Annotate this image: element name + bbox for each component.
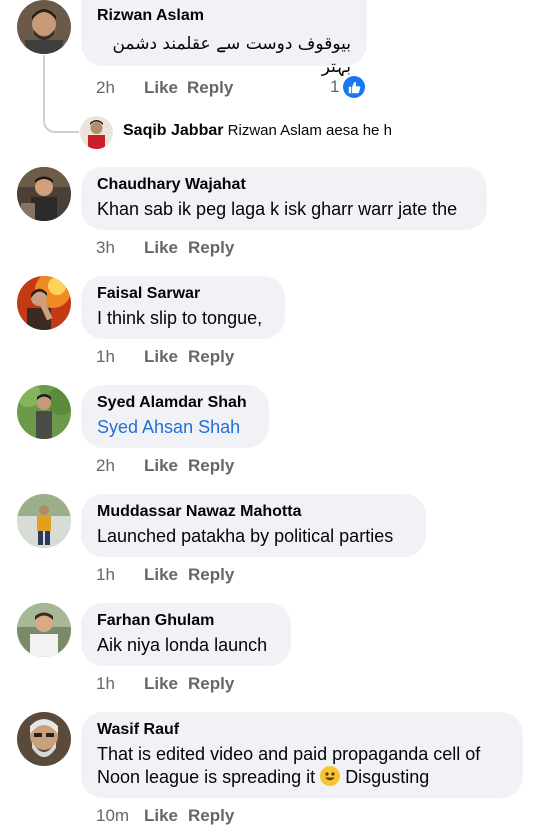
like-button[interactable]: Like [144, 456, 189, 476]
reaction-count: 1 [330, 77, 340, 96]
comment-actions: 2h Like Reply [96, 78, 233, 98]
avatar[interactable] [17, 0, 71, 54]
mention-link[interactable]: Syed Ahsan Shah [97, 416, 253, 439]
reply-button[interactable]: Reply [188, 806, 234, 826]
comment-time[interactable]: 2h [96, 78, 144, 98]
reaction-summary[interactable]: 1 [330, 76, 366, 98]
avatar[interactable] [17, 276, 71, 330]
comment-time[interactable]: 1h [96, 674, 144, 694]
like-button[interactable]: Like [144, 238, 189, 258]
comment-bubble: Chaudhary Wajahat Khan sab ik peg laga k… [81, 167, 487, 230]
comment-bubble: Faisal Sarwar I think slip to tongue, [81, 276, 285, 339]
comment-time[interactable]: 1h [96, 347, 144, 367]
like-button[interactable]: Like [144, 565, 189, 585]
avatar[interactable] [17, 603, 71, 657]
commenter-name[interactable]: Faisal Sarwar [97, 284, 269, 304]
comment-time[interactable]: 2h [96, 456, 144, 476]
reply-button[interactable]: Reply [188, 565, 234, 585]
comment-bubble: Muddassar Nawaz Mahotta Launched patakha… [81, 494, 426, 557]
commenter-name[interactable]: Wasif Rauf [97, 720, 507, 740]
reply-thread-line [43, 55, 79, 133]
comment-bubble: Farhan Ghulam Aik niya londa launch [81, 603, 291, 666]
avatar[interactable] [17, 385, 71, 439]
comment-text-tail: Disgusting [345, 767, 430, 787]
commenter-name[interactable]: Muddassar Nawaz Mahotta [97, 502, 410, 522]
avatar[interactable] [17, 167, 71, 221]
avatar[interactable] [80, 116, 113, 149]
reply-button[interactable]: Reply [188, 674, 234, 694]
comment-actions: 1h Like Reply [96, 347, 234, 367]
avatar[interactable] [17, 494, 71, 548]
like-button[interactable]: Like [144, 674, 189, 694]
like-reaction-icon [343, 76, 366, 98]
commenter-name[interactable]: Chaudhary Wajahat [97, 175, 471, 195]
reply-preview[interactable]: Saqib Jabbar Rizwan Aslam aesa he h [123, 122, 392, 140]
commenter-name[interactable]: Rizwan Aslam [97, 6, 351, 26]
comment-text: Launched patakha by political parties [97, 526, 394, 546]
comment-actions: 3h Like Reply [96, 238, 234, 258]
comment-text: Aik niya londa launch [97, 635, 268, 655]
commenter-name[interactable]: Farhan Ghulam [97, 611, 275, 631]
avatar[interactable] [17, 712, 71, 766]
reply-button[interactable]: Reply [188, 238, 234, 258]
reply-button[interactable]: Reply [188, 347, 234, 367]
reply-button[interactable]: Reply [188, 456, 234, 476]
like-button[interactable]: Like [144, 78, 188, 98]
comment-text: That is edited video and paid propaganda… [97, 743, 507, 789]
comment-bubble: Syed Alamdar Shah Syed Ahsan Shah [81, 385, 269, 448]
comment-actions: 2h Like Reply [96, 456, 234, 476]
reply-author-name[interactable]: Saqib Jabbar [123, 122, 223, 139]
comment-actions: 1h Like Reply [96, 674, 234, 694]
comment-text: بیوقوف دوست سے عقلمند دشمن بہتر [112, 34, 351, 77]
comment-time[interactable]: 10m [96, 806, 144, 826]
comment-text: Khan sab ik peg laga k isk gharr warr ja… [97, 199, 458, 219]
comment-bubble: Wasif Rauf That is edited video and paid… [81, 712, 523, 798]
comment-time[interactable]: 1h [96, 565, 144, 585]
like-button[interactable]: Like [144, 806, 189, 826]
comment-bubble: Rizwan Aslam بیوقوف دوست سے عقلمند دشمن … [81, 0, 367, 77]
reply-button[interactable]: Reply [187, 78, 233, 98]
reply-preview-text: Rizwan Aslam aesa he h [227, 122, 392, 139]
comment-actions: 10m Like Reply [96, 806, 234, 826]
comment-time[interactable]: 3h [96, 238, 144, 258]
commenter-name[interactable]: Syed Alamdar Shah [97, 393, 253, 413]
comment-actions: 1h Like Reply [96, 565, 234, 585]
smiley-emoji [320, 766, 341, 786]
like-button[interactable]: Like [144, 347, 189, 367]
comment-text: I think slip to tongue, [97, 308, 263, 328]
